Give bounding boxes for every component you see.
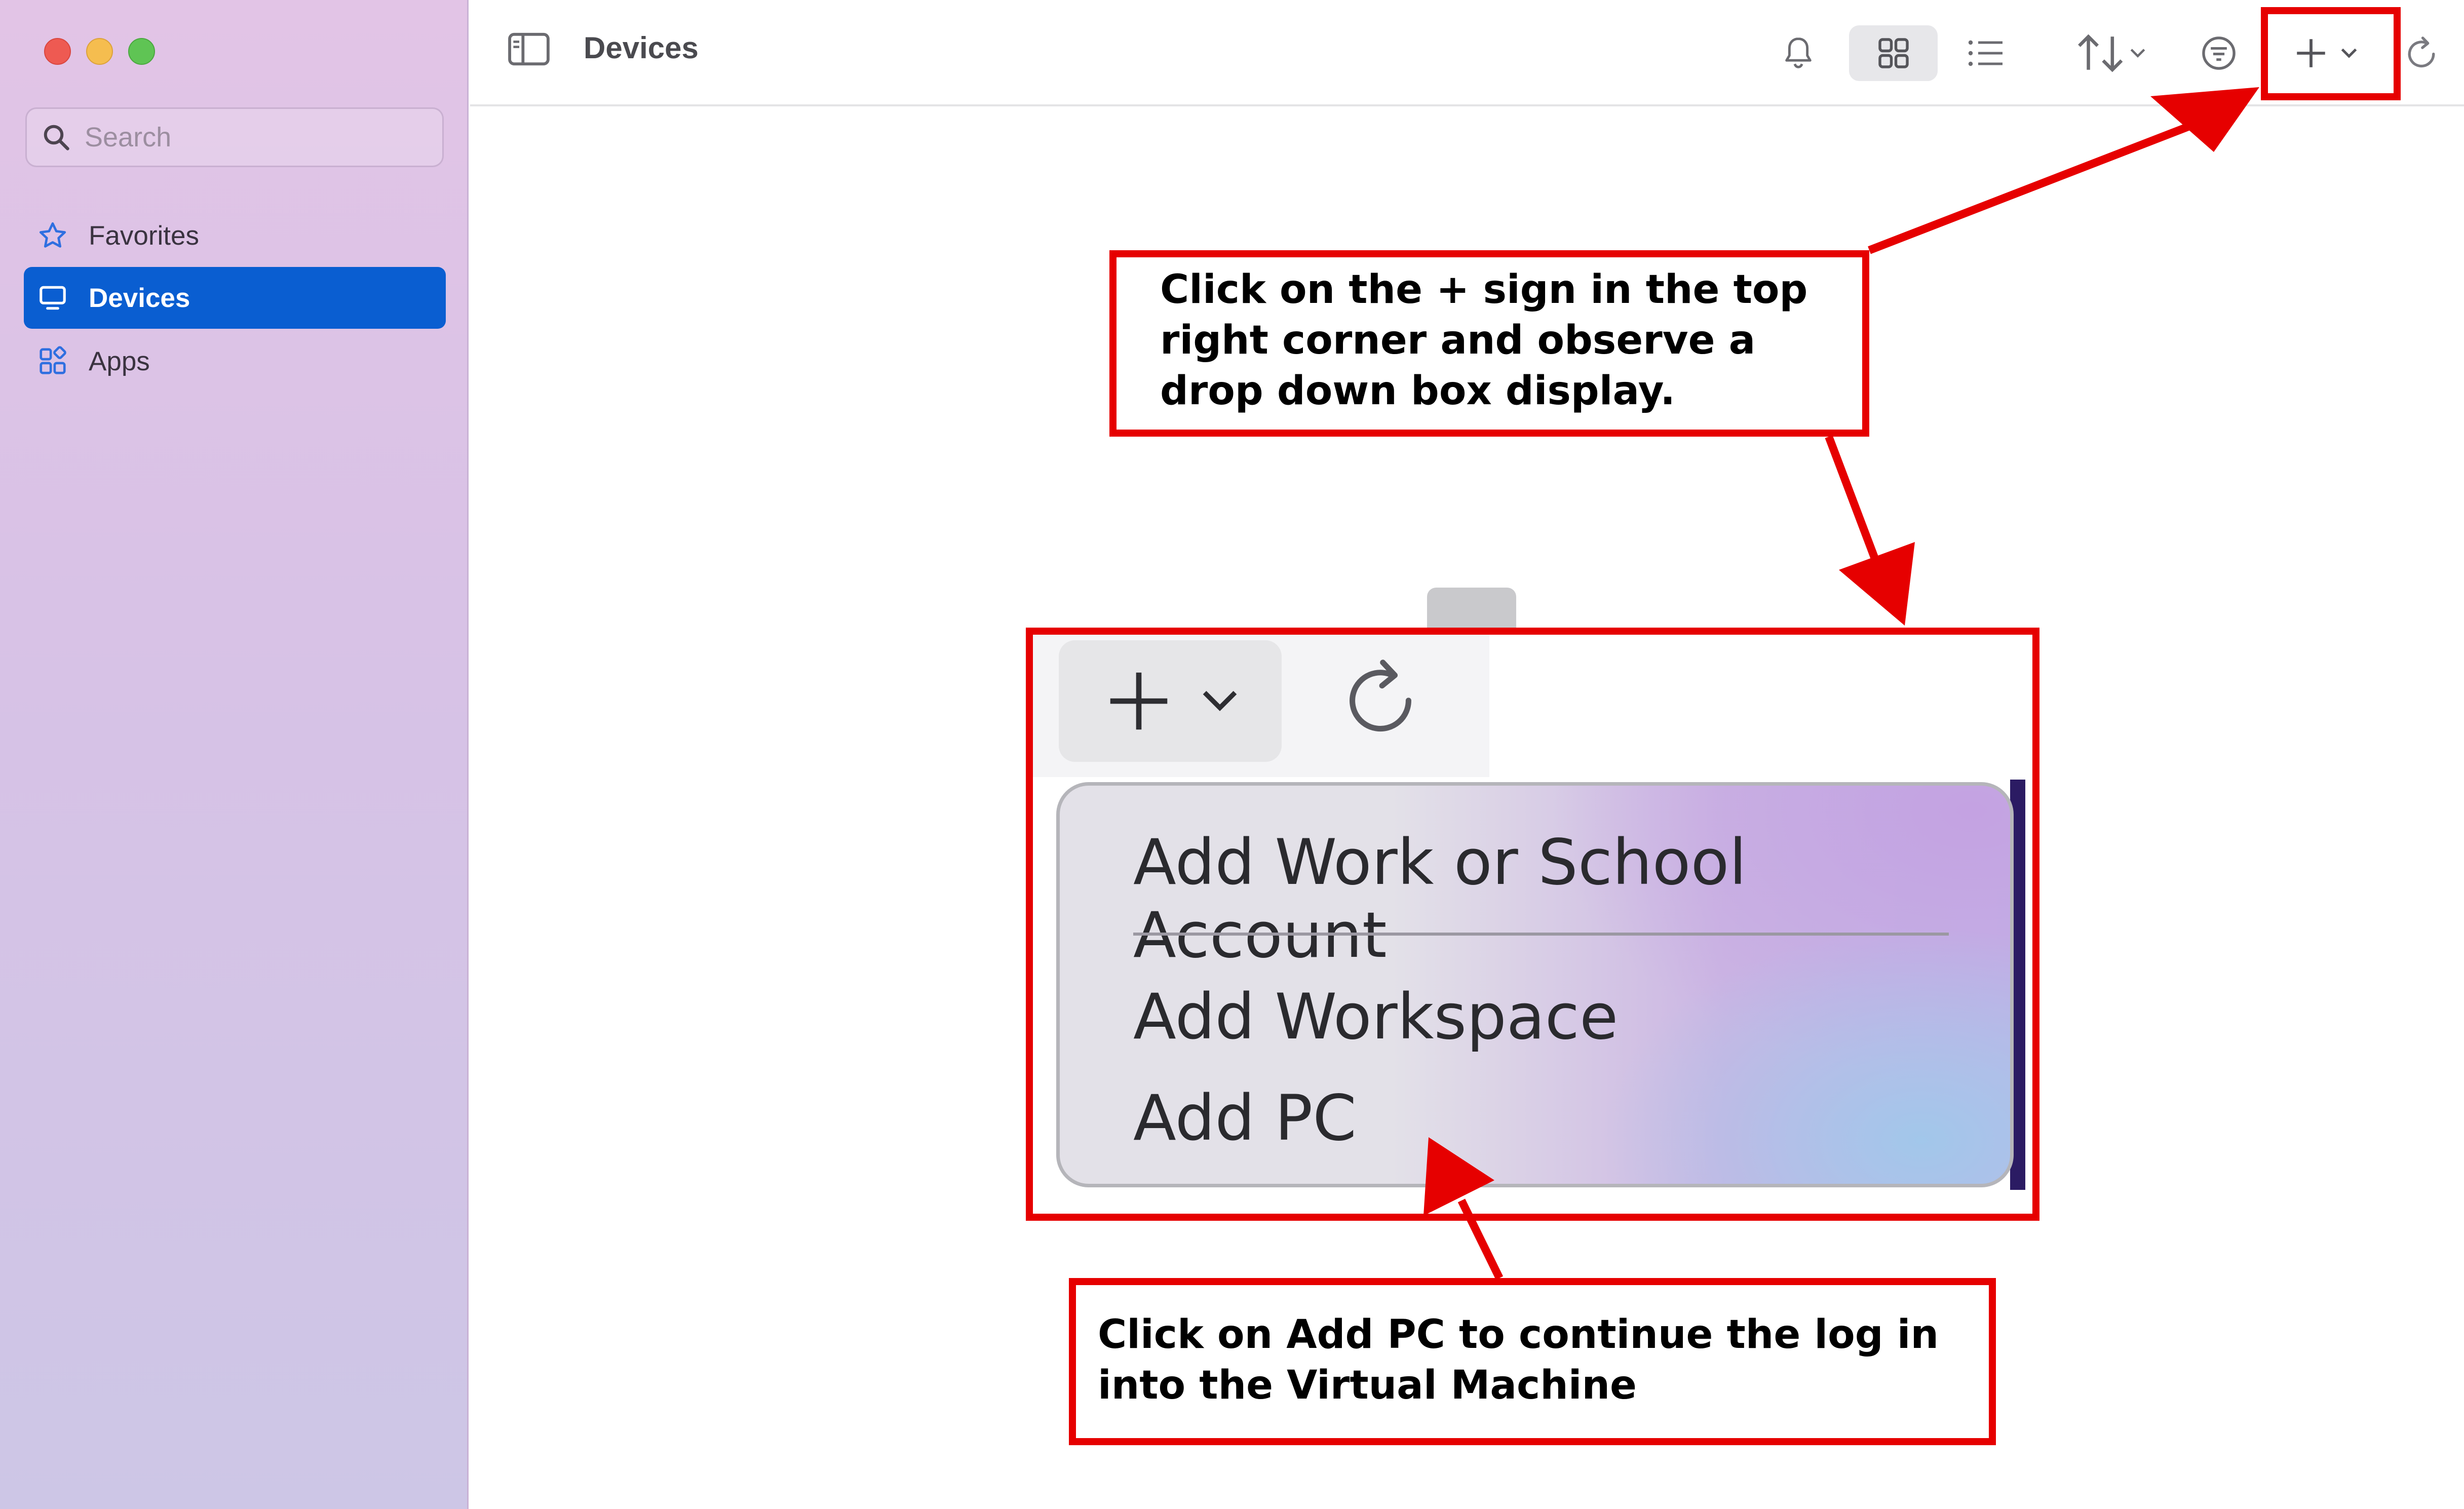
- top-callout-text: Click on the + sign in the top right cor…: [1160, 267, 1808, 414]
- zoom-tab: [1427, 588, 1516, 633]
- sidebar: Favorites Devices Apps: [0, 0, 469, 1509]
- chevron-down-icon: [2130, 49, 2145, 58]
- sidebar-item-apps[interactable]: Apps: [24, 330, 446, 392]
- sidebar-toggle-icon[interactable]: [507, 31, 551, 67]
- highlight-box-add-button: [2261, 7, 2401, 100]
- filter-icon: [2202, 36, 2236, 70]
- refresh-icon: [2408, 36, 2435, 68]
- zoom-highlight-box: [1026, 628, 2039, 1221]
- monitor-icon: [40, 286, 66, 310]
- notifications-button[interactable]: [1776, 25, 1821, 81]
- close-window-button[interactable]: [44, 38, 71, 65]
- toolbar: [470, 0, 2464, 106]
- refresh-button[interactable]: [2394, 25, 2449, 81]
- sort-button[interactable]: [2062, 25, 2158, 81]
- sidebar-item-label: Favorites: [89, 220, 199, 251]
- grid-view-button[interactable]: [1849, 25, 1938, 81]
- sidebar-item-devices[interactable]: Devices: [24, 267, 446, 329]
- search-box[interactable]: [25, 107, 444, 167]
- bell-icon: [1785, 37, 1812, 68]
- page-title: Devices: [584, 31, 699, 65]
- filter-button[interactable]: [2193, 25, 2244, 81]
- apps-grid-icon: [40, 346, 66, 374]
- sidebar-item-favorites[interactable]: Favorites: [24, 205, 446, 266]
- list-view-button[interactable]: [1960, 25, 2011, 81]
- list-view-icon: [1968, 40, 2003, 66]
- sort-icon: [2078, 34, 2123, 72]
- star-icon: [39, 222, 66, 248]
- grid-view-icon: [1878, 38, 1909, 68]
- maximize-window-button[interactable]: [128, 38, 155, 65]
- search-input[interactable]: [85, 122, 409, 153]
- search-icon: [44, 125, 69, 150]
- sidebar-item-label: Apps: [89, 346, 150, 376]
- bottom-callout-text: Click on Add PC to continue the log in i…: [1098, 1312, 1939, 1408]
- sidebar-item-label: Devices: [89, 283, 190, 313]
- minimize-window-button[interactable]: [86, 38, 113, 65]
